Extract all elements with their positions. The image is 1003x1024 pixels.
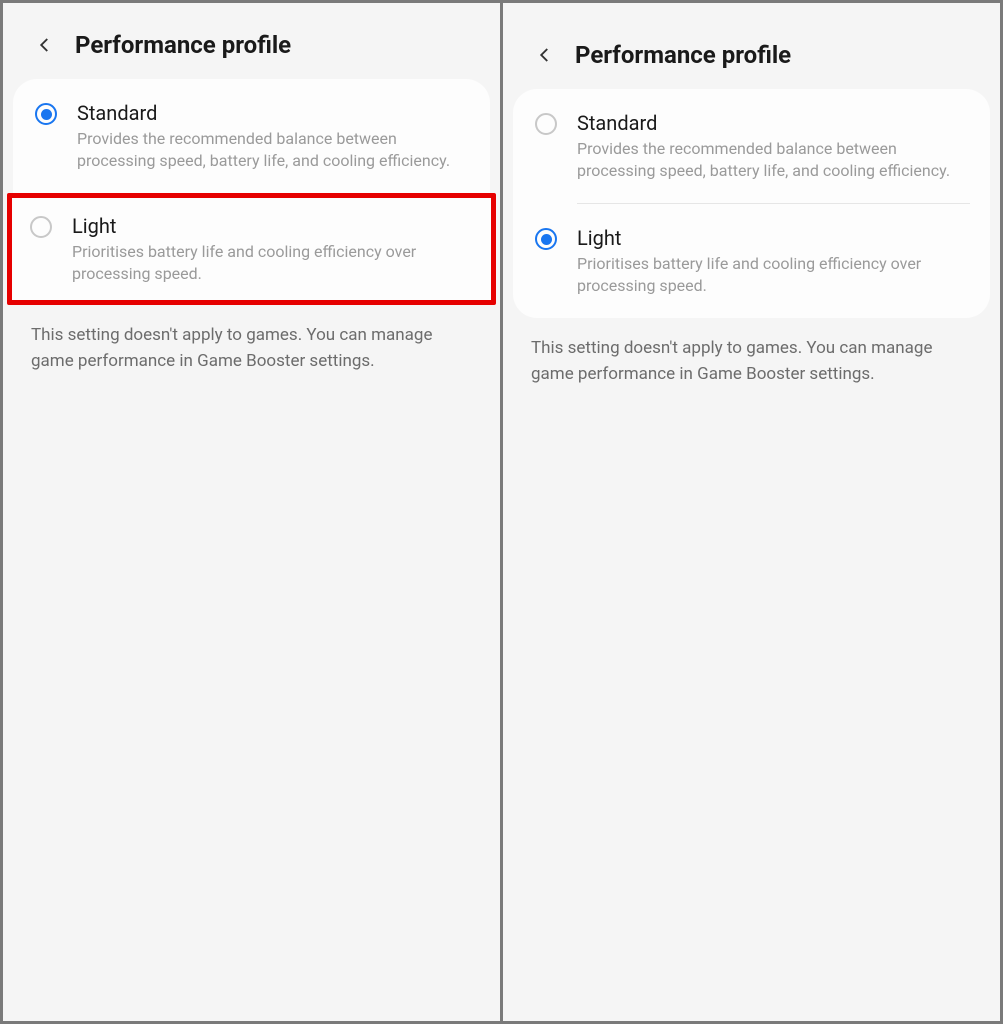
footer-note: This setting doesn't apply to games. You… [3,305,500,392]
header: Performance profile [503,3,1000,89]
back-button[interactable] [533,43,557,67]
option-title: Light [72,214,475,238]
screen-right: Performance profile Standard Provides th… [503,3,1000,1021]
options-card-top: Standard Provides the recommended balanc… [13,79,490,193]
radio-circle-icon [535,113,557,135]
radio-dot-icon [541,234,552,245]
option-text: Light Prioritises battery life and cooli… [72,214,475,284]
radio-light[interactable] [535,228,559,252]
option-title: Standard [577,111,970,135]
option-desc: Prioritises battery life and cooling eff… [577,253,970,296]
radio-light[interactable] [30,216,54,240]
radio-standard[interactable] [35,103,59,127]
radio-circle-icon [35,103,57,125]
radio-circle-icon [30,216,52,238]
back-button[interactable] [33,33,57,57]
page-title: Performance profile [575,41,791,69]
footer-note: This setting doesn't apply to games. You… [503,318,1000,405]
option-light[interactable]: Light Prioritises battery life and cooli… [12,198,491,300]
option-standard[interactable]: Standard Provides the recommended balanc… [513,89,990,203]
option-text: Standard Provides the recommended balanc… [577,111,970,181]
options-card: Standard Provides the recommended balanc… [513,89,990,318]
option-desc: Provides the recommended balance between… [577,138,970,181]
radio-circle-icon [535,228,557,250]
header: Performance profile [3,3,500,79]
option-light[interactable]: Light Prioritises battery life and cooli… [513,204,990,318]
option-text: Light Prioritises battery life and cooli… [577,226,970,296]
highlight-annotation: Light Prioritises battery life and cooli… [7,193,496,305]
option-title: Light [577,226,970,250]
option-title: Standard [77,101,470,125]
option-standard[interactable]: Standard Provides the recommended balanc… [13,79,490,193]
radio-standard[interactable] [535,113,559,137]
radio-dot-icon [41,109,52,120]
option-text: Standard Provides the recommended balanc… [77,101,470,171]
option-desc: Prioritises battery life and cooling eff… [72,241,475,284]
screen-left: Performance profile Standard Provides th… [3,3,500,1021]
chevron-left-icon [36,36,54,54]
page-title: Performance profile [75,31,291,59]
chevron-left-icon [536,46,554,64]
option-desc: Provides the recommended balance between… [77,128,470,171]
